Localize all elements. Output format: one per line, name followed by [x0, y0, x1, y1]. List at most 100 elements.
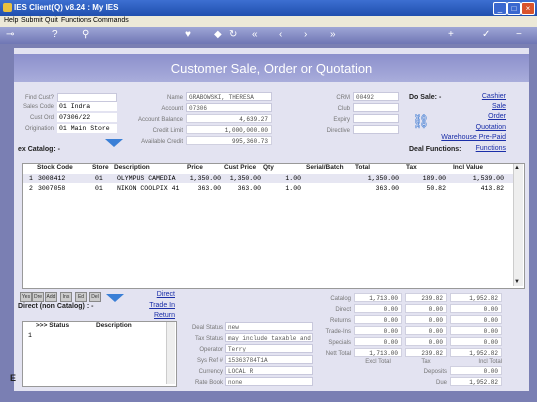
tab-dre[interactable]: Dre [32, 292, 44, 302]
table-row[interactable]: 2 3007058 01 NIKON COOLPIX 41 363.00 363… [23, 184, 513, 193]
rate-book-field: none [225, 377, 313, 386]
crm-field[interactable]: 00492 [353, 92, 399, 101]
last-icon[interactable]: » [330, 29, 336, 40]
cust-ord-field[interactable]: 07306/22 [57, 113, 117, 122]
name-field[interactable]: GRABOWSKI, THERESA [186, 92, 272, 101]
tab-add[interactable]: Add [45, 292, 57, 302]
check-icon[interactable]: ✓ [482, 29, 490, 40]
col-incl-value[interactable]: Incl Value [453, 164, 483, 171]
next-icon[interactable]: › [304, 29, 307, 40]
tax-total-label: Tax [421, 359, 431, 365]
rate-book-label: Rate Book [194, 380, 223, 386]
col-status[interactable]: >>> Status [36, 322, 69, 329]
incl-total-label: Incl Total [478, 359, 502, 365]
cell-incl-value: 413.82 [480, 185, 504, 192]
table-row[interactable]: 1 3008412 01 OLYMPUS CAMEDIA 1,350.00 1,… [23, 174, 513, 183]
non-catalog-scrollbar[interactable] [166, 322, 175, 384]
totals-row-label: Nett Total [325, 351, 351, 357]
non-catalog-label: Direct (non Catalog) : - [18, 303, 94, 310]
delete-icon[interactable]: − [516, 29, 522, 40]
sale-link[interactable]: Sale [440, 103, 506, 110]
prev-icon[interactable]: ‹ [279, 29, 282, 40]
col-store[interactable]: Store [92, 164, 109, 171]
expiry-label: Expiry [333, 117, 350, 123]
club-label: Club [337, 106, 350, 112]
col-cust-price[interactable]: Cust Price [224, 164, 256, 171]
due-label: Due [435, 380, 447, 386]
refresh-icon[interactable]: ↻ [229, 29, 237, 40]
menu-submit[interactable]: Submit [21, 17, 43, 24]
tab-ins[interactable]: Ins [60, 292, 72, 302]
col-tax[interactable]: Tax [406, 164, 417, 171]
return-link[interactable]: Return [135, 312, 175, 319]
cashier-link[interactable]: Cashier [440, 93, 506, 100]
search-icon[interactable]: ⚲ [82, 29, 89, 40]
club-field[interactable] [353, 103, 399, 112]
tab-yes[interactable]: Yes [20, 292, 32, 302]
expiry-field[interactable] [353, 114, 399, 123]
trade-in-link[interactable]: Trade In [135, 302, 175, 309]
totals-tax: 0.00 [405, 304, 447, 313]
cell-price: 363.00 [197, 185, 221, 192]
expand-down-icon[interactable] [106, 294, 124, 302]
scroll-down-icon[interactable]: ▼ [514, 279, 520, 285]
available-credit-field: 995,360.73 [186, 136, 272, 145]
page-title: Customer Sale, Order or Quotation [170, 61, 373, 76]
col-total[interactable]: Total [355, 164, 370, 171]
totals-tax: 239.82 [405, 293, 447, 302]
totals-excl: 0.00 [354, 304, 402, 313]
cell-stock-code: 3007058 [38, 185, 66, 192]
close-button[interactable]: × [521, 2, 535, 15]
totals-incl: 0.00 [450, 337, 502, 346]
col-description[interactable]: Description [114, 164, 150, 171]
sales-code-field[interactable]: 01 Indra [57, 102, 117, 111]
totals-row-label: Trade-Ins [325, 329, 351, 335]
warehouse-prepaid-link[interactable]: Warehouse Pre-Paid [430, 134, 506, 141]
heart-icon[interactable]: ♥ [185, 29, 191, 40]
deposits-field: 0.00 [450, 366, 502, 375]
col-qty[interactable]: Qty [263, 164, 274, 171]
first-icon[interactable]: « [252, 29, 258, 40]
direct-link[interactable]: Direct [135, 291, 175, 298]
help-icon[interactable]: ? [52, 29, 58, 40]
origination-field[interactable]: 01 Main Store [57, 124, 117, 133]
totals-excl: 0.00 [354, 337, 402, 346]
minimize-button[interactable]: _ [493, 2, 507, 15]
deal-functions-label: Deal Functions: [409, 146, 462, 153]
quotation-link[interactable]: Quotation [440, 124, 506, 131]
row-number: 1 [29, 175, 33, 182]
page-header: Customer Sale, Order or Quotation [14, 54, 529, 82]
menu-help[interactable]: Help [4, 17, 18, 24]
col-price[interactable]: Price [187, 164, 203, 171]
scroll-up-icon[interactable]: ▲ [514, 165, 520, 171]
link-icon[interactable]: ⛓ [412, 113, 430, 130]
operator-label: Operator [199, 347, 223, 353]
catalog-scrollbar[interactable] [513, 164, 523, 286]
find-cust-field[interactable] [57, 93, 117, 102]
totals-excl: 1,713.00 [354, 348, 402, 357]
tab-del[interactable]: Del [89, 292, 101, 302]
tab-ed[interactable]: Ed [75, 292, 87, 302]
app-icon [3, 3, 12, 12]
add-icon[interactable]: + [448, 29, 454, 40]
diamond-icon[interactable]: ◆ [214, 29, 222, 40]
tax-status-field: may include taxable and [225, 333, 313, 342]
directive-field[interactable] [353, 125, 399, 134]
currency-field: LOCAL R [225, 366, 313, 375]
order-link[interactable]: Order [440, 113, 506, 120]
key-icon[interactable]: ⊸ [6, 29, 14, 40]
maximize-button[interactable]: □ [507, 2, 521, 15]
expand-down-icon[interactable] [105, 139, 123, 147]
sales-code-label: Sales Code [22, 104, 54, 110]
cell-stock-code: 3008412 [38, 175, 66, 182]
col-stock-code[interactable]: Stock Code [37, 164, 73, 171]
account-field[interactable]: 07306 [186, 103, 272, 112]
col-serial-batch[interactable]: Serial/Batch [306, 164, 344, 171]
menu-functions[interactable]: Functions [61, 17, 91, 24]
menu-commands[interactable]: Commands [93, 17, 129, 24]
col-description[interactable]: Description [96, 322, 132, 329]
cell-cust-price: 363.00 [237, 185, 261, 192]
menu-quit[interactable]: Quit [45, 17, 58, 24]
account-label: Account [161, 106, 183, 112]
totals-incl: 1,952.82 [450, 348, 502, 357]
